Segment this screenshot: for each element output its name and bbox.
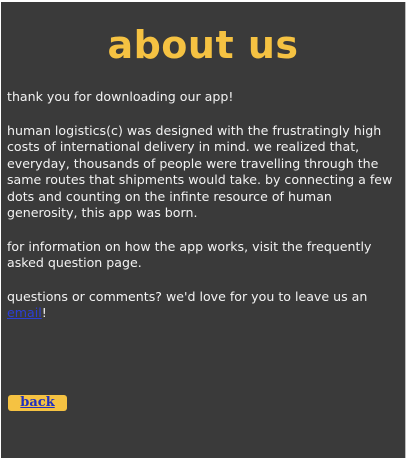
about-page: about us thank you for downloading our a… [1,2,406,458]
page-title: about us [107,23,299,67]
contact-text-end: ! [41,305,47,320]
email-link[interactable]: email [7,305,42,320]
contact-text: questions or comments? we'd love for you… [7,288,368,304]
thank-you-paragraph: thank you for downloading our app! [7,89,234,104]
faq-info-paragraph: for information on how the app works, vi… [7,238,372,271]
description-paragraph: human logistics(c) was designed with the… [7,122,393,221]
app-frame: about us thank you for downloading our a… [0,0,407,460]
about-content: thank you for downloading our app! human… [7,89,399,339]
contact-paragraph: questions or comments? we'd love for you… [7,289,399,322]
back-button[interactable]: back [8,395,67,411]
